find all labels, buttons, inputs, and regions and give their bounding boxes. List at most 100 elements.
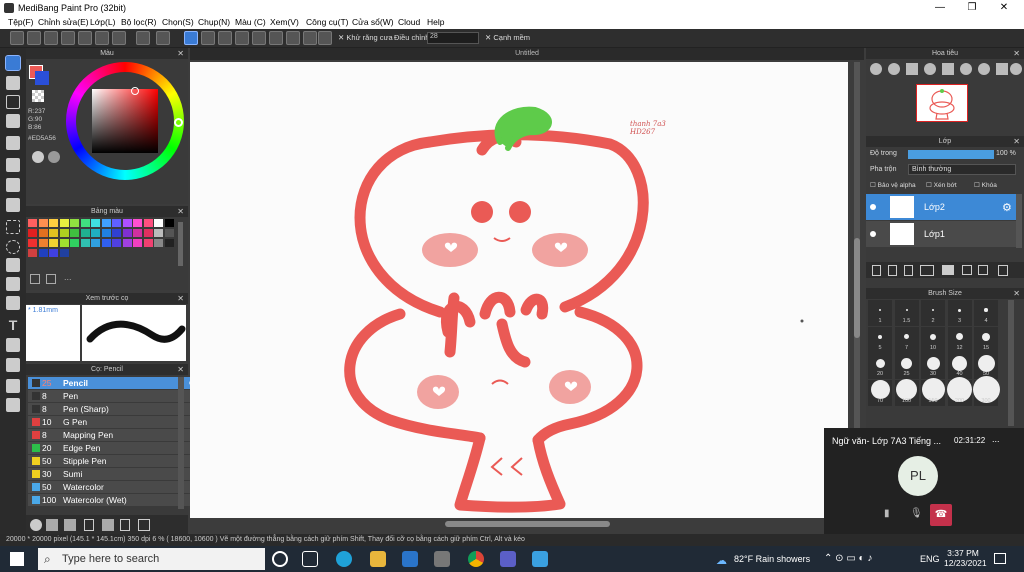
color-slider-mode-icon[interactable]	[48, 151, 60, 163]
undo-icon[interactable]	[136, 31, 150, 45]
cloud-icon[interactable]	[10, 31, 24, 45]
dot-tool-icon[interactable]	[6, 114, 20, 128]
antialias-check[interactable]: ✕ Khử răng cưa	[338, 33, 393, 42]
palette-swatch[interactable]	[91, 239, 100, 247]
call-more-button[interactable]: ...	[992, 434, 1000, 444]
palette-swatch[interactable]	[38, 249, 48, 257]
layer-row[interactable]: Lớp1	[866, 221, 1016, 247]
menu-layer[interactable]: Lớp(L)	[90, 17, 115, 27]
palette-swatch[interactable]	[133, 229, 142, 237]
drawing-canvas[interactable]: thanh 7a3 HD267	[190, 62, 848, 518]
close-icon[interactable]: ✕	[177, 293, 184, 304]
brush-size-cell[interactable]: 5	[868, 326, 892, 353]
palette-swatch[interactable]	[80, 229, 90, 237]
brush-item[interactable]: 8 Pen (Sharp)	[28, 403, 200, 415]
new-layer-icon[interactable]	[872, 265, 881, 276]
palette-swatch[interactable]	[122, 229, 132, 237]
weather-icon[interactable]: ☁	[716, 554, 727, 567]
lock-check[interactable]: ☐ Khóa	[974, 181, 997, 189]
snap-circle-icon[interactable]	[269, 31, 283, 45]
clipping-check[interactable]: ☐ Xén bớt	[926, 181, 957, 189]
brush-size-cell[interactable]: 300	[972, 376, 1000, 406]
brush-import-icon[interactable]	[64, 519, 76, 531]
palette-swatch[interactable]	[49, 219, 58, 227]
close-icon[interactable]: ✕	[177, 48, 184, 59]
brush-size-cell[interactable]: 1	[868, 300, 892, 326]
delete-palette-icon[interactable]	[46, 274, 56, 284]
visibility-icon[interactable]	[870, 231, 876, 237]
snap-curve-icon[interactable]	[286, 31, 300, 45]
rect-tool-icon[interactable]	[6, 95, 20, 109]
zoom-out-icon[interactable]	[888, 63, 900, 75]
brush-size-cell[interactable]: 40	[947, 353, 972, 379]
close-icon[interactable]: ✕	[177, 206, 184, 217]
brush-item[interactable]: 20 Edge Pen	[28, 442, 200, 454]
brush-size-cell[interactable]: 12	[947, 326, 972, 353]
close-button[interactable]: ✕	[988, 0, 1020, 16]
snap-off-icon[interactable]	[184, 31, 198, 45]
brush-size-cell[interactable]: 3	[947, 300, 972, 326]
menu-edit[interactable]: Chỉnh sửa(E)	[38, 17, 89, 27]
palette-swatch[interactable]	[28, 219, 37, 227]
palette-swatch[interactable]	[143, 229, 153, 237]
brush-item[interactable]: 100 Watercolor (Wet)	[28, 494, 200, 506]
opacity-slider[interactable]	[908, 150, 994, 159]
palette-swatch[interactable]	[38, 229, 48, 237]
operation-tool-icon[interactable]	[6, 338, 20, 352]
brush-size-cell[interactable]: 2	[921, 300, 945, 326]
menu-color[interactable]: Màu (C)	[235, 17, 266, 27]
brush-size-cell[interactable]: 200	[947, 377, 972, 406]
brush-size-cell[interactable]: 7	[894, 326, 919, 353]
brush-size-cell[interactable]: 1.5	[894, 300, 919, 326]
palette-swatch[interactable]	[101, 229, 111, 237]
mail-icon[interactable]	[402, 551, 418, 567]
palette-swatch[interactable]	[59, 219, 69, 227]
brush-size-cell[interactable]: 10	[921, 326, 945, 353]
menu-cloud[interactable]: Cloud	[398, 17, 420, 27]
palette-swatch[interactable]	[28, 239, 37, 247]
brush-item[interactable]: 50 Watercolor	[28, 481, 200, 493]
close-icon[interactable]: ✕	[177, 364, 184, 375]
flip-icon[interactable]	[996, 63, 1008, 75]
bucket-tool-icon[interactable]	[6, 178, 20, 192]
brush-size-cell[interactable]: 100	[894, 379, 919, 406]
hand-tool-icon[interactable]	[6, 398, 20, 412]
layer-scrollbar[interactable]	[1016, 194, 1022, 248]
rotate-right-icon[interactable]	[978, 63, 990, 75]
secondary-color-swatch[interactable]	[35, 71, 49, 85]
canvas-tab[interactable]: Untitled	[190, 48, 864, 60]
palette-swatch[interactable]	[164, 229, 174, 237]
navigator-thumbnail[interactable]	[916, 84, 968, 122]
medibang-icon[interactable]	[532, 551, 548, 567]
camera-icon[interactable]	[434, 551, 450, 567]
palette-swatch[interactable]	[70, 229, 79, 237]
snap-soft-check[interactable]: ✕ Cạnh mềm	[485, 33, 530, 42]
palette-swatch[interactable]	[91, 219, 100, 227]
eyedropper-tool-icon[interactable]	[6, 379, 20, 393]
palette-scrollbar[interactable]	[178, 222, 183, 266]
folder-icon[interactable]	[942, 265, 954, 275]
visibility-icon[interactable]	[870, 204, 876, 210]
brush-size-cell[interactable]: 150	[921, 378, 945, 406]
new-8bit-layer-icon[interactable]	[904, 265, 913, 276]
menu-capture[interactable]: Chụp(N)	[198, 17, 230, 27]
palette-swatch[interactable]	[154, 239, 163, 247]
brush-item[interactable]: 10 G Pen	[28, 416, 200, 428]
new-layer-menu-icon[interactable]	[920, 265, 934, 276]
gradient-tool-icon[interactable]	[6, 198, 20, 212]
vertical-scroll-thumb[interactable]	[854, 238, 860, 338]
brush-new-icon[interactable]	[84, 519, 94, 531]
brush-size-cell[interactable]: 15	[974, 326, 998, 353]
menu-view[interactable]: Xem(V)	[270, 17, 299, 27]
reset-view-icon[interactable]	[1010, 63, 1022, 75]
task-view-icon[interactable]	[302, 551, 318, 567]
palette-swatch[interactable]	[101, 219, 111, 227]
eraser-tool-icon[interactable]	[6, 76, 20, 90]
brush-tool-icon[interactable]	[5, 55, 21, 71]
menu-help[interactable]: Help	[427, 17, 444, 27]
palette-swatch[interactable]	[80, 219, 90, 227]
notification-icon[interactable]	[994, 553, 1006, 564]
brush-item[interactable]: 8 Mapping Pen	[28, 429, 200, 441]
select-pen-icon[interactable]	[6, 277, 20, 291]
palette-swatch[interactable]	[133, 219, 142, 227]
